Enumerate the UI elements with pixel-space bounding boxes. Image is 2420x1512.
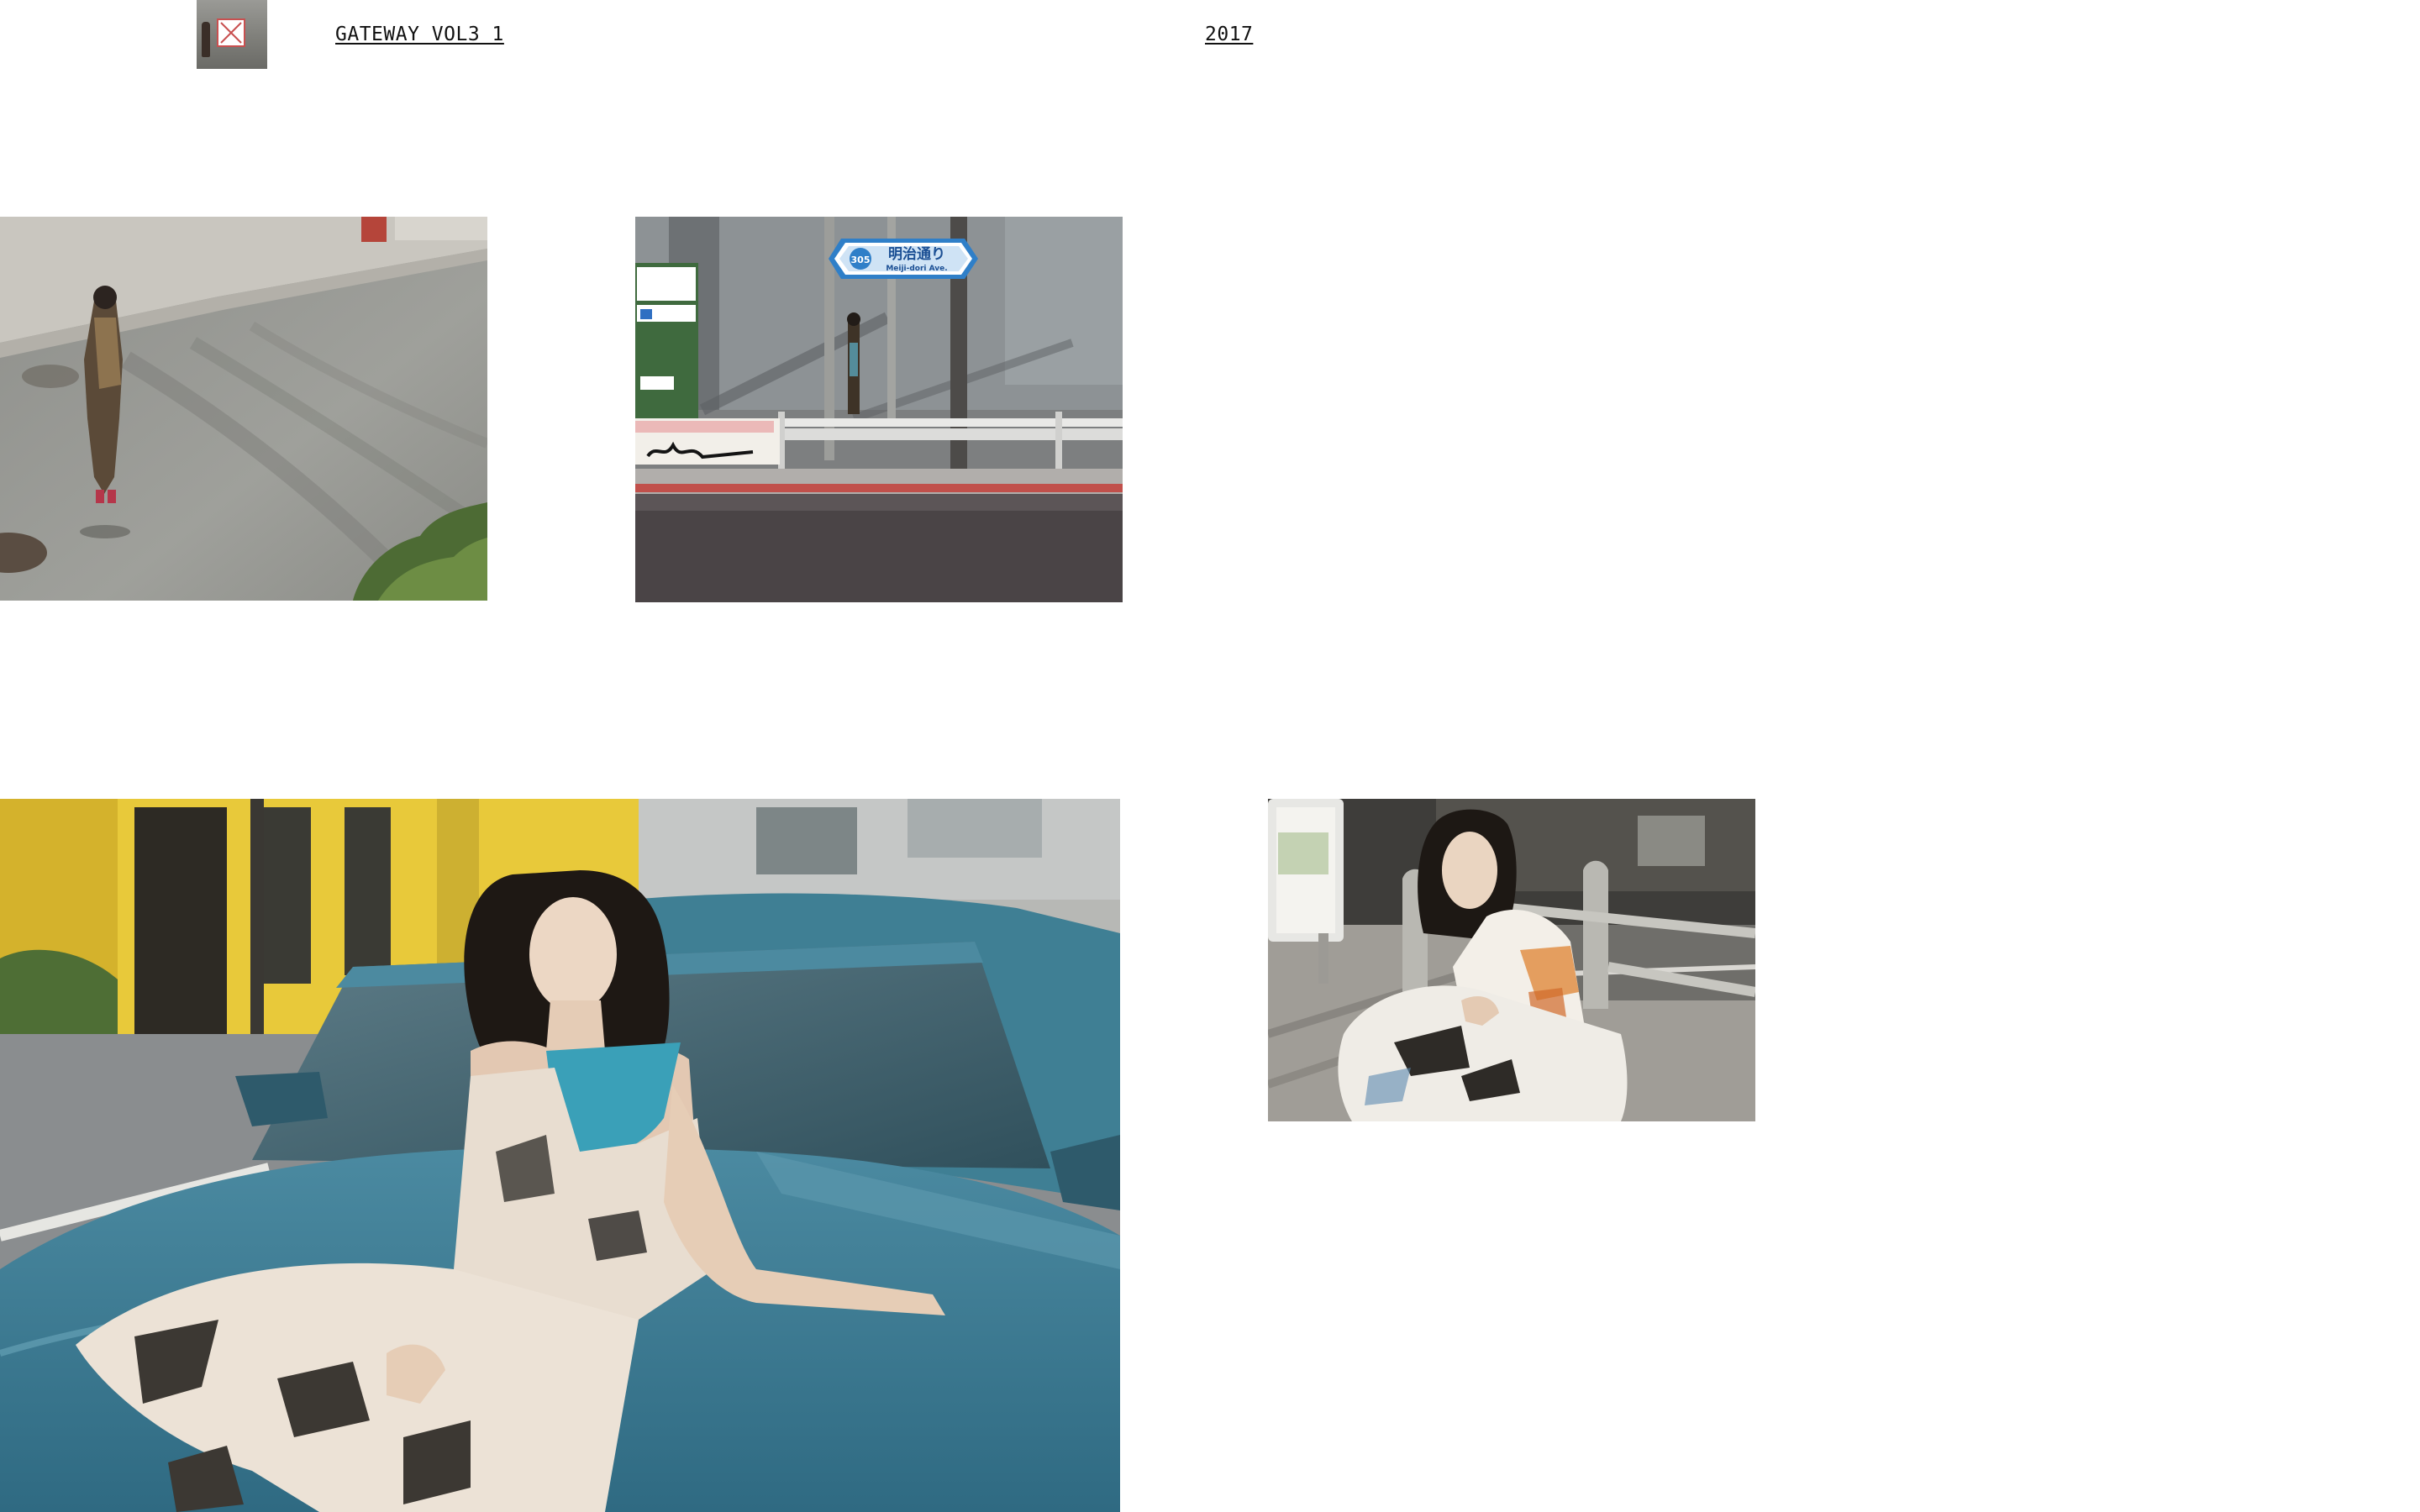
photo-street-walking[interactable]: [0, 217, 487, 601]
sign-name-jp: 明治通り: [888, 245, 945, 263]
broken-image-icon: [217, 18, 245, 47]
photo-woman-on-car[interactable]: [0, 799, 1120, 1512]
project-year-link[interactable]: 2017: [1205, 22, 1253, 47]
sign-route-number: 305: [851, 255, 871, 265]
header-thumbnail[interactable]: [197, 0, 267, 69]
photo-woman-guardrail[interactable]: [1268, 799, 1755, 1121]
project-title-link[interactable]: GATEWAY VOL3 1: [335, 22, 504, 47]
thumbnail-figure: [202, 22, 210, 57]
photo-street-sign[interactable]: 305 明治通り Meiji-dori Ave.: [635, 217, 1123, 602]
sign-name-en: Meiji-dori Ave.: [886, 265, 947, 273]
